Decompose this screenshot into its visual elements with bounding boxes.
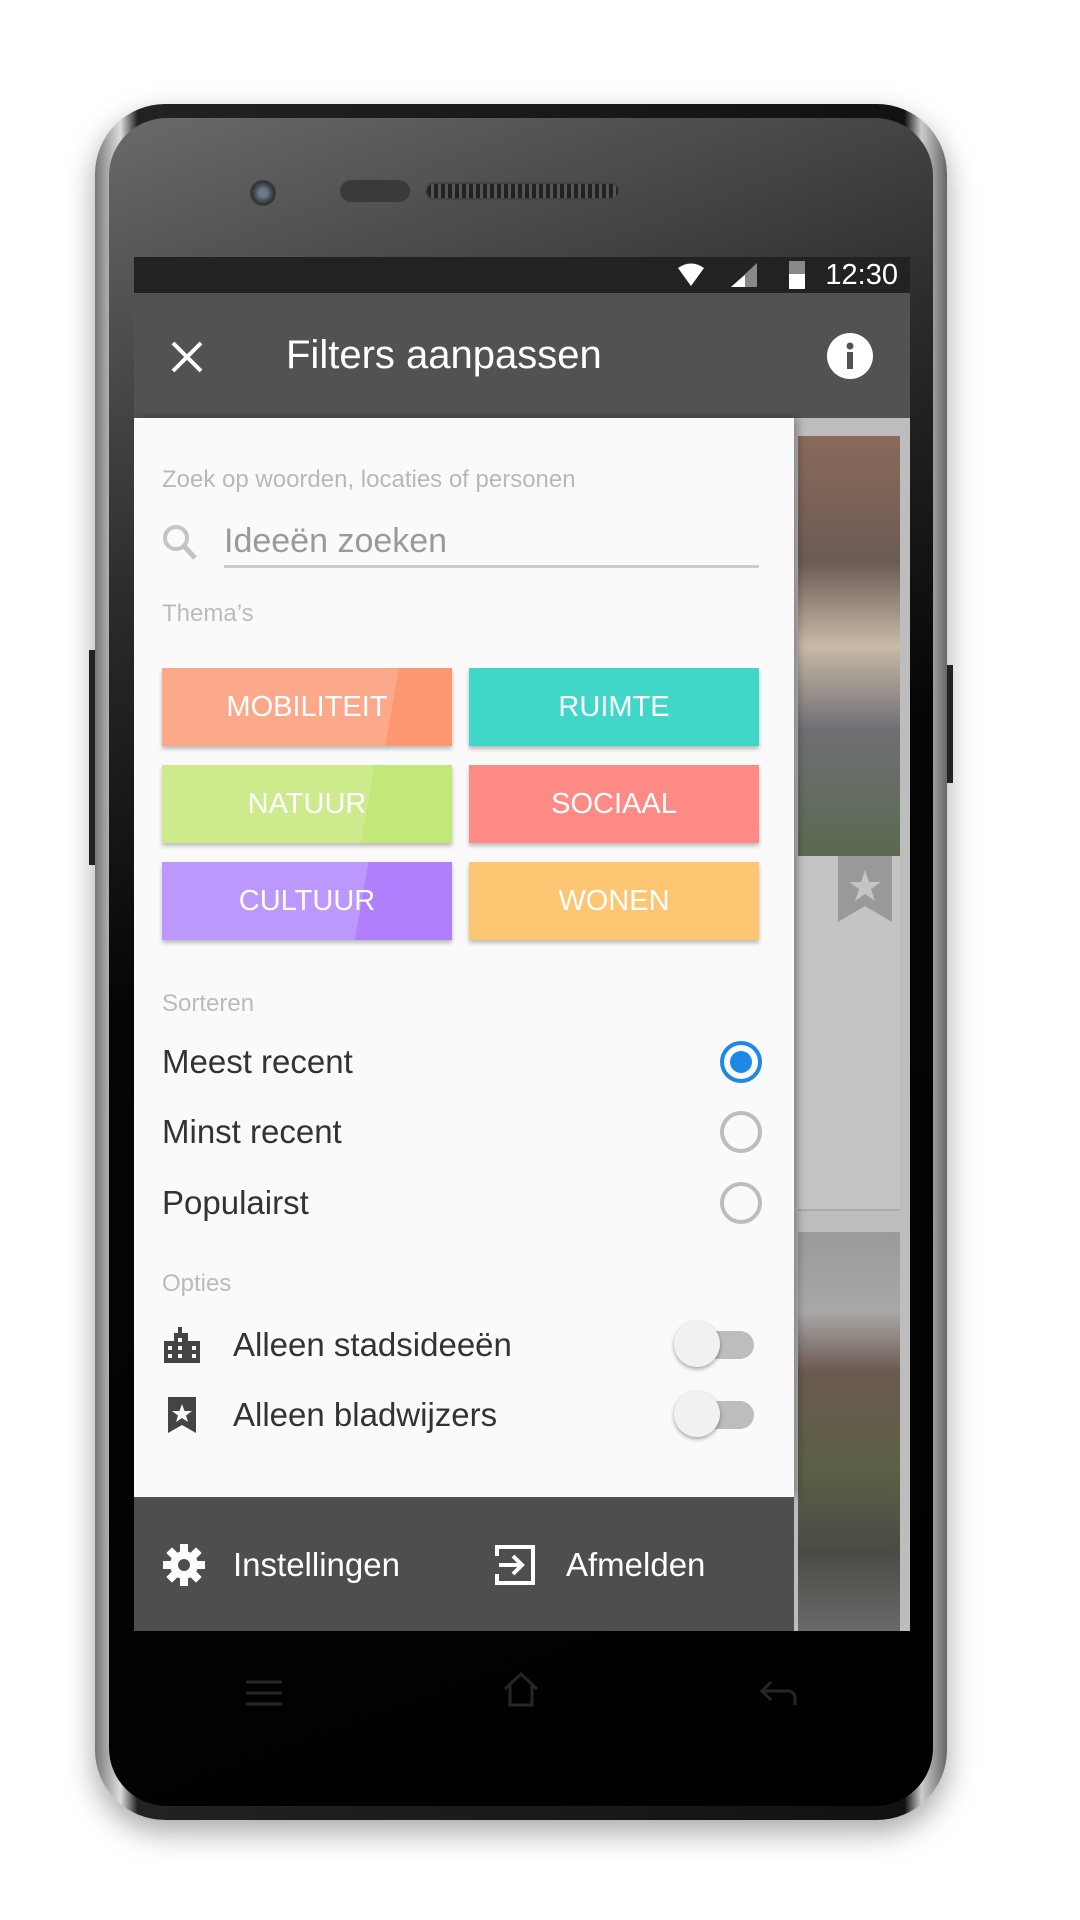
option-stadsideeen[interactable]: Alleen stadsideeën bbox=[162, 1315, 762, 1375]
feed-photo bbox=[798, 1232, 900, 1631]
front-camera bbox=[250, 180, 276, 206]
option-label: Alleen stadsideeën bbox=[233, 1326, 512, 1363]
search-icon bbox=[163, 525, 197, 560]
search-hint: Zoek op woorden, locaties of personen bbox=[162, 466, 576, 493]
background-feed bbox=[794, 418, 910, 1631]
sort-option-label: Minst recent bbox=[162, 1113, 342, 1150]
logout-button[interactable]: Afmelden bbox=[494, 1537, 705, 1593]
signal-icon bbox=[731, 263, 757, 287]
volume-button bbox=[89, 650, 95, 865]
themes-label: Thema’s bbox=[162, 600, 254, 627]
info-icon[interactable] bbox=[827, 333, 873, 379]
option-bladwijzers[interactable]: Alleen bladwijzers bbox=[162, 1385, 762, 1445]
settings-label: Instellingen bbox=[233, 1546, 400, 1583]
search-input[interactable] bbox=[224, 518, 759, 568]
menu-icon[interactable] bbox=[246, 1679, 282, 1707]
bottom-bar: Instellingen Afmelden bbox=[134, 1497, 794, 1631]
radio-unselected[interactable] bbox=[720, 1182, 762, 1224]
page-title: Filters aanpassen bbox=[286, 333, 602, 377]
toggle-stadsideeen[interactable] bbox=[674, 1321, 754, 1367]
power-button bbox=[947, 665, 953, 783]
battery-icon bbox=[789, 261, 805, 289]
theme-ruimte[interactable]: RUIMTE bbox=[469, 668, 759, 746]
theme-natuur[interactable]: NATUUR bbox=[162, 765, 452, 843]
feed-photo bbox=[798, 436, 900, 856]
home-icon[interactable] bbox=[502, 1671, 540, 1707]
wifi-icon bbox=[678, 263, 704, 286]
status-bar: 12:30 bbox=[134, 257, 910, 293]
app-bar: Filters aanpassen bbox=[134, 293, 910, 418]
filter-panel: Zoek op woorden, locaties of personen Th… bbox=[134, 418, 794, 1497]
theme-sociaal[interactable]: SOCIAAL bbox=[469, 765, 759, 843]
city-icon bbox=[162, 1327, 202, 1363]
sensor bbox=[340, 180, 410, 202]
options-label: Opties bbox=[162, 1270, 232, 1297]
sort-label: Sorteren bbox=[162, 990, 255, 1017]
feed-card bbox=[798, 856, 900, 1211]
back-icon[interactable] bbox=[759, 1679, 797, 1707]
navigation-bar bbox=[134, 1631, 910, 1761]
theme-cultuur[interactable]: CULTUUR bbox=[162, 862, 452, 940]
sort-option-populairst[interactable]: Populairst bbox=[162, 1173, 762, 1233]
gear-icon bbox=[163, 1544, 205, 1586]
toggle-bladwijzers[interactable] bbox=[674, 1391, 754, 1437]
settings-button[interactable]: Instellingen bbox=[162, 1537, 400, 1593]
radio-unselected[interactable] bbox=[720, 1111, 762, 1153]
option-label: Alleen bladwijzers bbox=[233, 1396, 498, 1433]
radio-selected[interactable] bbox=[720, 1041, 762, 1083]
theme-wonen[interactable]: WONEN bbox=[469, 862, 759, 940]
sort-option-label: Populairst bbox=[162, 1184, 309, 1221]
bookmark-icon bbox=[162, 1397, 202, 1433]
sort-option-meest-recent[interactable]: Meest recent bbox=[162, 1032, 762, 1092]
screen: 12:30 Filters aanpassen Zoek op woorden,… bbox=[134, 257, 910, 1631]
exit-icon bbox=[495, 1545, 535, 1585]
logout-label: Afmelden bbox=[566, 1546, 706, 1583]
bookmark-icon bbox=[838, 856, 892, 922]
close-icon[interactable] bbox=[170, 340, 204, 374]
earpiece-speaker bbox=[425, 182, 620, 200]
sort-option-minst-recent[interactable]: Minst recent bbox=[162, 1102, 762, 1162]
sort-option-label: Meest recent bbox=[162, 1043, 353, 1080]
status-time: 12:30 bbox=[825, 259, 898, 291]
theme-mobiliteit[interactable]: MOBILITEIT bbox=[162, 668, 452, 746]
